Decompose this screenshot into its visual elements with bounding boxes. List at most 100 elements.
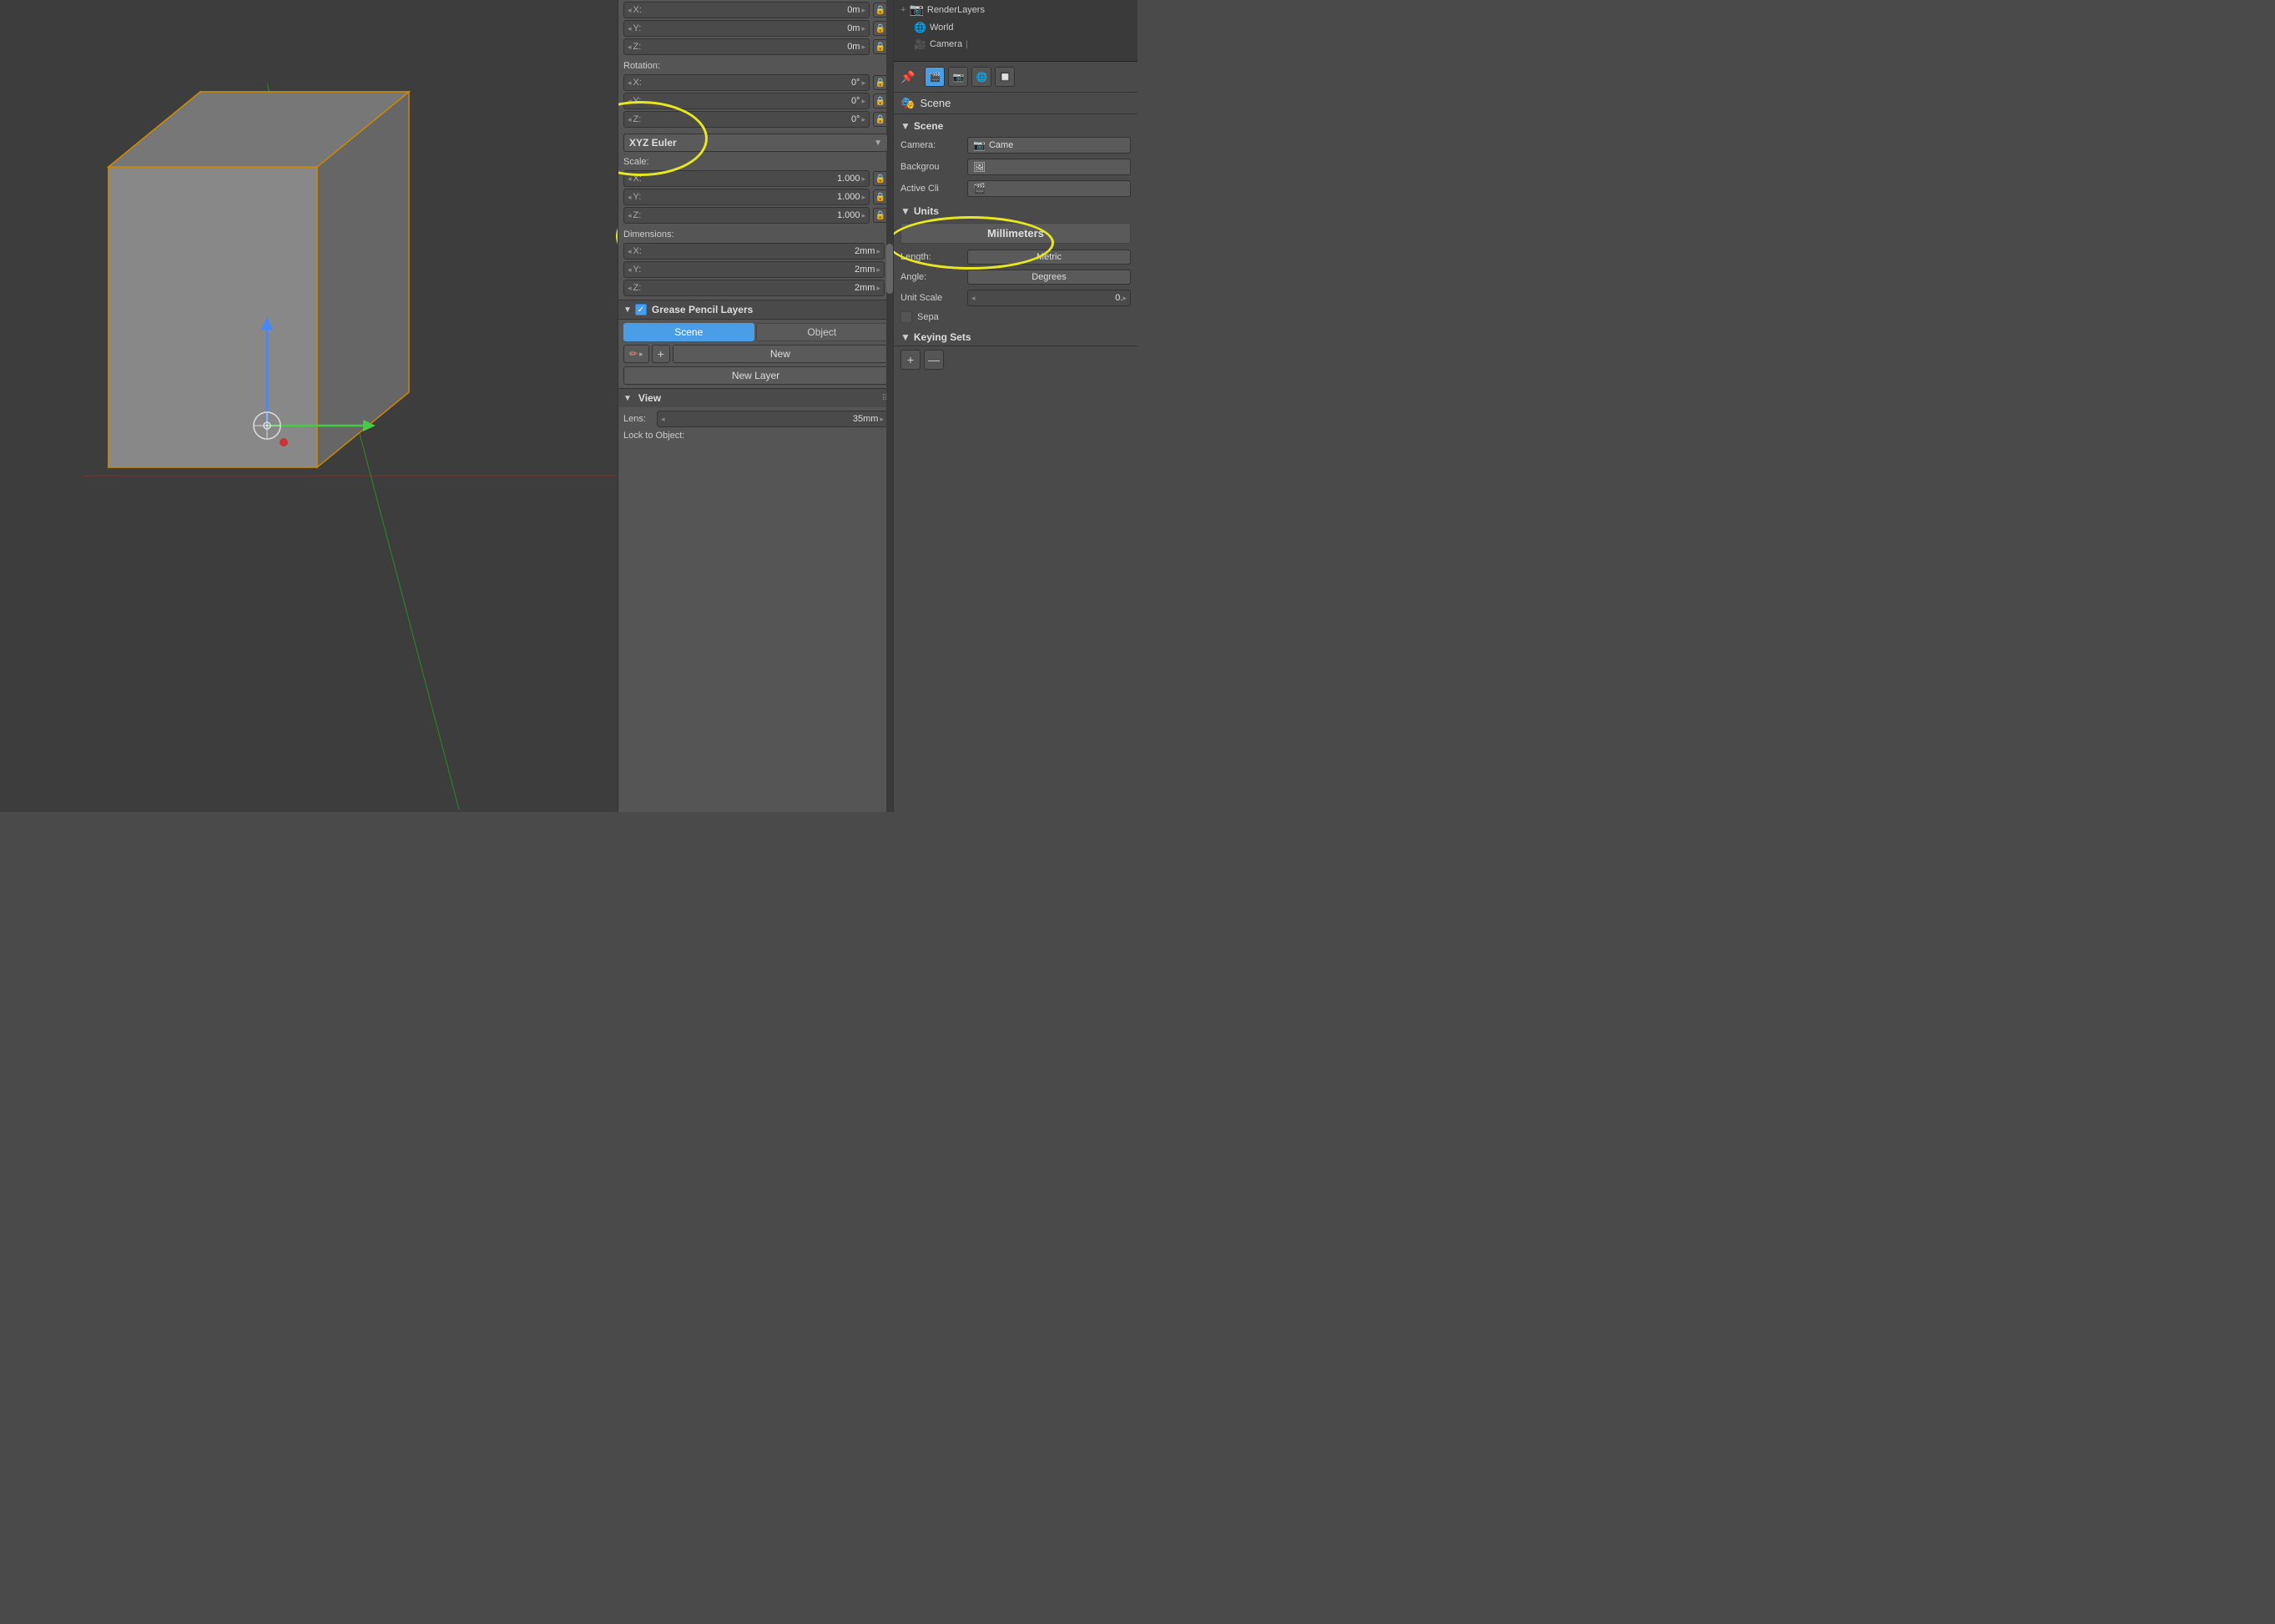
viewport-3d[interactable]: [0, 0, 618, 812]
length-value[interactable]: Metric: [967, 250, 1131, 265]
active-clip-row: Active Cli 🎬: [894, 178, 1138, 199]
rotation-z-value: 0°: [647, 114, 860, 124]
dim-x-row: ◂ X: 2mm ▸: [623, 243, 888, 260]
rotation-x-field[interactable]: ◂ X: 0° ▸: [623, 74, 870, 91]
rotation-x-label: X:: [633, 78, 647, 88]
dim-y-left-arrow: ◂: [628, 265, 632, 275]
world-label: World: [930, 23, 954, 33]
dim-x-left-arrow: ◂: [628, 247, 632, 256]
expand-icon: +: [900, 5, 905, 15]
render-layers-icon: 📷: [909, 3, 923, 17]
keying-add-button[interactable]: +: [900, 350, 921, 370]
scene-block-title: Scene: [914, 120, 943, 132]
gp-add-button[interactable]: +: [652, 345, 670, 363]
rotation-y-row: ◂ Y: 0° ▸ 🔒: [623, 93, 888, 109]
scale-y-value: 1.000: [647, 192, 860, 202]
object-tab[interactable]: Object: [756, 323, 889, 341]
keying-remove-button[interactable]: —: [924, 350, 944, 370]
outliner-camera[interactable]: 🎥 Camera |: [894, 36, 1138, 53]
location-y-row: ◂ Y: 0m ▸ 🔒: [623, 20, 888, 37]
units-millimeters-label[interactable]: Millimeters: [900, 223, 1131, 244]
scrollbar-thumb[interactable]: [886, 244, 893, 294]
location-z-row: ◂ Z: 0m ▸ 🔒: [623, 38, 888, 55]
location-x-right-arrow: ▸: [861, 6, 865, 15]
gp-new-layer-button[interactable]: New Layer: [623, 366, 888, 385]
location-section: ◂ X: 0m ▸ 🔒 ◂ Y: 0m ▸ 🔒 ◂ Z: 0m ▸ 🔒: [618, 0, 893, 58]
location-z-field[interactable]: ◂ Z: 0m ▸: [623, 38, 870, 55]
dim-x-value: 2mm: [647, 246, 875, 256]
dim-z-right-arrow: ▸: [876, 284, 880, 293]
separate-checkbox[interactable]: [900, 311, 912, 323]
panel-scrollbar[interactable]: [886, 0, 893, 812]
angle-row: Angle: Degrees: [894, 267, 1138, 287]
rotation-y-left-arrow: ◂: [628, 97, 632, 106]
background-value-icon: 🖼: [973, 161, 986, 173]
grease-pencil-checkbox[interactable]: ✓: [635, 304, 647, 315]
scene-btn[interactable]: 🎬: [925, 67, 945, 87]
lock-object-label: Lock to Object:: [623, 431, 684, 441]
scale-z-right-arrow: ▸: [861, 211, 865, 220]
rotation-x-value: 0°: [647, 78, 860, 88]
world-prop-btn[interactable]: 🌐: [971, 67, 991, 87]
camera-prop-btn[interactable]: 📷: [948, 67, 968, 87]
lens-field[interactable]: ◂ 35mm ▸: [657, 411, 888, 427]
background-row-value[interactable]: 🖼: [967, 159, 1131, 175]
gp-pencil-button[interactable]: ✏ ▸: [623, 345, 649, 363]
object-prop-btn[interactable]: 🔲: [995, 67, 1015, 87]
view-title: View: [638, 392, 661, 404]
xyz-euler-label: XYZ Euler: [629, 137, 874, 149]
location-x-label: X:: [633, 5, 647, 15]
camera-label: Camera: [930, 39, 962, 49]
active-clip-icon: 🎬: [973, 183, 986, 194]
dim-z-field[interactable]: ◂ Z: 2mm ▸: [623, 280, 885, 296]
camera-icon: 🎥: [914, 38, 926, 50]
keying-sets-section: ▼ Keying Sets + —: [894, 329, 1138, 373]
scene-properties-panel: + 📷 RenderLayers 🌐 World 🎥 Camera | 📌 🎬 …: [893, 0, 1138, 812]
scene-tab[interactable]: Scene: [623, 323, 754, 341]
outliner-render-layers[interactable]: + 📷 RenderLayers: [894, 0, 1138, 19]
pin-icon[interactable]: 📌: [900, 70, 915, 84]
scale-z-field[interactable]: ◂ Z: 1.000 ▸: [623, 207, 870, 224]
active-clip-value[interactable]: 🎬: [967, 180, 1131, 197]
grease-pencil-header[interactable]: ▼ ✓ Grease Pencil Layers: [618, 300, 893, 320]
rotation-y-value: 0°: [647, 96, 860, 106]
dim-x-field[interactable]: ◂ X: 2mm ▸: [623, 243, 885, 260]
units-header[interactable]: ▼ Units: [894, 203, 1138, 219]
scale-x-right-arrow: ▸: [861, 174, 865, 184]
gp-pencil-arrow: ▸: [639, 350, 643, 359]
scale-x-label: X:: [633, 174, 647, 184]
xyz-euler-dropdown[interactable]: XYZ Euler ▼: [623, 134, 888, 152]
rotation-z-field[interactable]: ◂ Z: 0° ▸: [623, 111, 870, 128]
scale-y-field[interactable]: ◂ Y: 1.000 ▸: [623, 189, 870, 205]
scale-x-left-arrow: ◂: [628, 174, 632, 184]
outliner-world[interactable]: 🌐 World: [894, 19, 1138, 36]
active-clip-label: Active Cli: [900, 184, 967, 194]
rotation-y-field[interactable]: ◂ Y: 0° ▸: [623, 93, 870, 109]
unit-scale-label: Unit Scale: [900, 293, 967, 303]
camera-row-value[interactable]: 📷 Came: [967, 137, 1131, 154]
scene-block-header[interactable]: ▼ Scene: [894, 118, 1138, 134]
properties-panel: ◂ X: 0m ▸ 🔒 ◂ Y: 0m ▸ 🔒 ◂ Z: 0m ▸ 🔒: [618, 0, 893, 812]
scale-x-field[interactable]: ◂ X: 1.000 ▸: [623, 170, 870, 187]
length-label: Length:: [900, 252, 967, 262]
rotation-z-row: ◂ Z: 0° ▸ 🔒: [623, 111, 888, 128]
view-section-header[interactable]: ▼ View ⠿: [618, 388, 893, 407]
rotation-y-right-arrow: ▸: [861, 97, 865, 106]
location-y-field[interactable]: ◂ Y: 0m ▸: [623, 20, 870, 37]
dim-y-field[interactable]: ◂ Y: 2mm ▸: [623, 261, 885, 278]
unit-scale-value: 0.: [976, 293, 1123, 303]
keying-sets-header[interactable]: ▼ Keying Sets: [894, 329, 1138, 345]
outliner-extra-item: [894, 53, 1138, 58]
angle-value[interactable]: Degrees: [967, 270, 1131, 285]
unit-scale-field[interactable]: ◂ 0. ▸: [967, 290, 1131, 306]
rotation-z-right-arrow: ▸: [861, 115, 865, 124]
gp-new-button[interactable]: New: [673, 345, 888, 363]
unit-scale-row: Unit Scale ◂ 0. ▸: [894, 287, 1138, 309]
camera-row: Camera: 📷 Came: [894, 134, 1138, 156]
scale-z-label: Z:: [633, 210, 647, 220]
location-z-left-arrow: ◂: [628, 43, 632, 52]
scale-z-value: 1.000: [647, 210, 860, 220]
location-y-label: Y:: [633, 23, 647, 33]
location-x-field[interactable]: ◂ X: 0m ▸: [623, 2, 870, 18]
rotation-z-left-arrow: ◂: [628, 115, 632, 124]
